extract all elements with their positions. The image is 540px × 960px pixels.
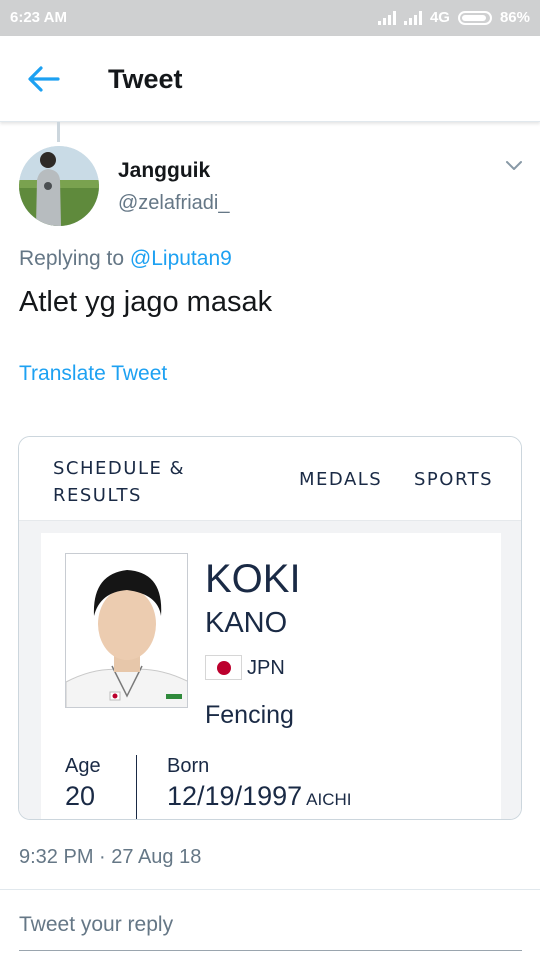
chevron-down-icon[interactable] <box>505 160 523 172</box>
author-handle[interactable]: @zelafriadi_ <box>118 192 229 215</box>
card-nav-bar: SCHEDULE & RESULTS MEDALS SPORTS <box>19 437 521 521</box>
athlete-first-name: KOKI <box>205 557 301 601</box>
stat-divider <box>136 755 137 819</box>
tweet-text: Atlet yg jago masak <box>19 286 273 318</box>
translate-tweet-link[interactable]: Translate Tweet <box>19 362 167 386</box>
thread-connector <box>57 122 60 142</box>
nav-schedule-line1: SCHEDULE & <box>53 458 186 479</box>
status-bar: 6:23 AM 4G 86% <box>0 0 540 36</box>
reply-context: Replying to @Liputan9 <box>19 247 232 271</box>
athlete-portrait <box>66 554 187 707</box>
reply-input[interactable]: Tweet your reply <box>19 913 173 937</box>
athlete-last-name: KANO <box>205 607 288 639</box>
tweet-timestamp: 9:32 PM · 27 Aug 18 <box>19 846 202 868</box>
battery-icon <box>457 10 492 25</box>
born-date: 12/19/1997 <box>167 781 303 811</box>
athlete-photo <box>65 553 188 708</box>
reply-input-underline <box>19 950 522 951</box>
born-label: Born <box>167 755 210 777</box>
status-icons: 4G 86% <box>377 9 530 26</box>
author-name[interactable]: Jangguik <box>118 159 210 183</box>
reply-mention-link[interactable]: @Liputan9 <box>130 247 232 270</box>
athlete-profile: KOKI KANO JPN Fencing Age 20 Born 12/19/… <box>41 533 501 819</box>
tweet-media-card[interactable]: SCHEDULE & RESULTS MEDALS SPORTS KOKI KA… <box>18 436 522 820</box>
battery-level: 86% <box>499 9 530 26</box>
card-body: KOKI KANO JPN Fencing Age 20 Born 12/19/… <box>19 521 521 819</box>
nav-schedule-results[interactable]: SCHEDULE & RESULTS <box>53 455 185 509</box>
japan-flag-icon <box>205 655 242 680</box>
avatar-image <box>19 146 99 226</box>
signal-icon <box>377 10 396 25</box>
nav-medals[interactable]: MEDALS <box>299 469 382 490</box>
network-type: 4G <box>429 9 450 26</box>
app-bar: Tweet <box>0 36 540 122</box>
born-value: 12/19/1997 AICHI <box>167 781 351 812</box>
age-value: 20 <box>65 781 96 811</box>
signal-icon-2 <box>403 10 422 25</box>
nav-schedule-line2: RESULTS <box>53 485 142 506</box>
status-time: 6:23 AM <box>10 9 67 26</box>
athlete-sport: Fencing <box>205 701 294 729</box>
born-place: AICHI <box>306 790 352 809</box>
divider <box>0 889 540 890</box>
age-label: Age <box>65 755 101 777</box>
nav-sports[interactable]: SPORTS <box>414 469 493 490</box>
reply-prefix: Replying to <box>19 247 125 270</box>
page-title: Tweet <box>108 64 183 94</box>
avatar[interactable] <box>19 146 99 226</box>
arrow-left-icon[interactable] <box>26 64 60 94</box>
athlete-country: JPN <box>247 657 285 679</box>
